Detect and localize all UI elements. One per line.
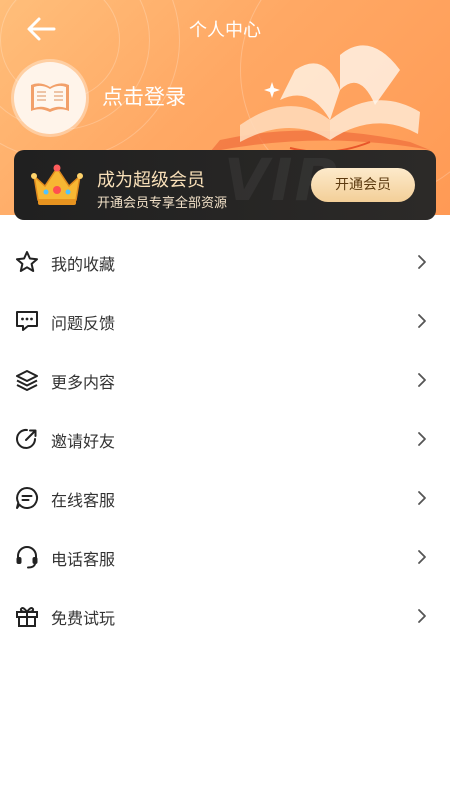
top-bar: 个人中心 <box>0 0 450 58</box>
vip-banner: VIP 成为超级会员 开通会员专享全部资源 开通会员 <box>14 150 436 220</box>
menu-item-label: 电话客服 <box>51 550 116 569</box>
chevron-right-icon <box>418 255 426 269</box>
open-vip-button[interactable]: 开通会员 <box>311 168 415 202</box>
menu-item-online-service[interactable]: 在线客服 <box>0 468 450 527</box>
layers-icon <box>16 370 38 391</box>
menu-item-label: 更多内容 <box>51 373 116 392</box>
chevron-right-icon <box>418 373 426 387</box>
share-icon <box>16 428 37 449</box>
chevron-right-icon <box>418 491 426 505</box>
menu-item-free-trial[interactable]: 免费试玩 <box>0 586 450 645</box>
menu-item-label: 问题反馈 <box>51 314 116 333</box>
chat-icon <box>16 311 38 331</box>
crown-icon <box>31 164 83 205</box>
open-book-icon <box>31 83 69 112</box>
chevron-right-icon <box>418 314 426 328</box>
menu-list: 我的收藏 问题反馈 更多内容 邀请好友 在线客服 电话客服 免费试玩 <box>0 232 450 645</box>
login-link[interactable]: 点击登录 <box>102 81 186 111</box>
menu-item-label: 我的收藏 <box>51 255 116 274</box>
menu-item-label: 在线客服 <box>51 491 116 510</box>
gift-icon <box>16 607 38 627</box>
menu-item-favorites[interactable]: 我的收藏 <box>0 232 450 291</box>
menu-item-label: 免费试玩 <box>51 609 116 628</box>
menu-item-feedback[interactable]: 问题反馈 <box>0 291 450 350</box>
vip-title: 成为超级会员 <box>97 170 205 191</box>
menu-item-more-content[interactable]: 更多内容 <box>0 350 450 409</box>
vip-subtitle: 开通会员专享全部资源 <box>97 196 228 211</box>
avatar[interactable] <box>14 62 86 134</box>
star-icon <box>16 251 38 272</box>
chevron-right-icon <box>418 550 426 564</box>
headset-icon <box>16 546 38 569</box>
page-title: 个人中心 <box>189 20 261 41</box>
menu-item-invite-friends[interactable]: 邀请好友 <box>0 409 450 468</box>
chevron-right-icon <box>418 609 426 623</box>
menu-item-phone-service[interactable]: 电话客服 <box>0 527 450 586</box>
menu-item-label: 邀请好友 <box>51 432 116 451</box>
message-icon <box>16 487 38 509</box>
chevron-right-icon <box>418 432 426 446</box>
